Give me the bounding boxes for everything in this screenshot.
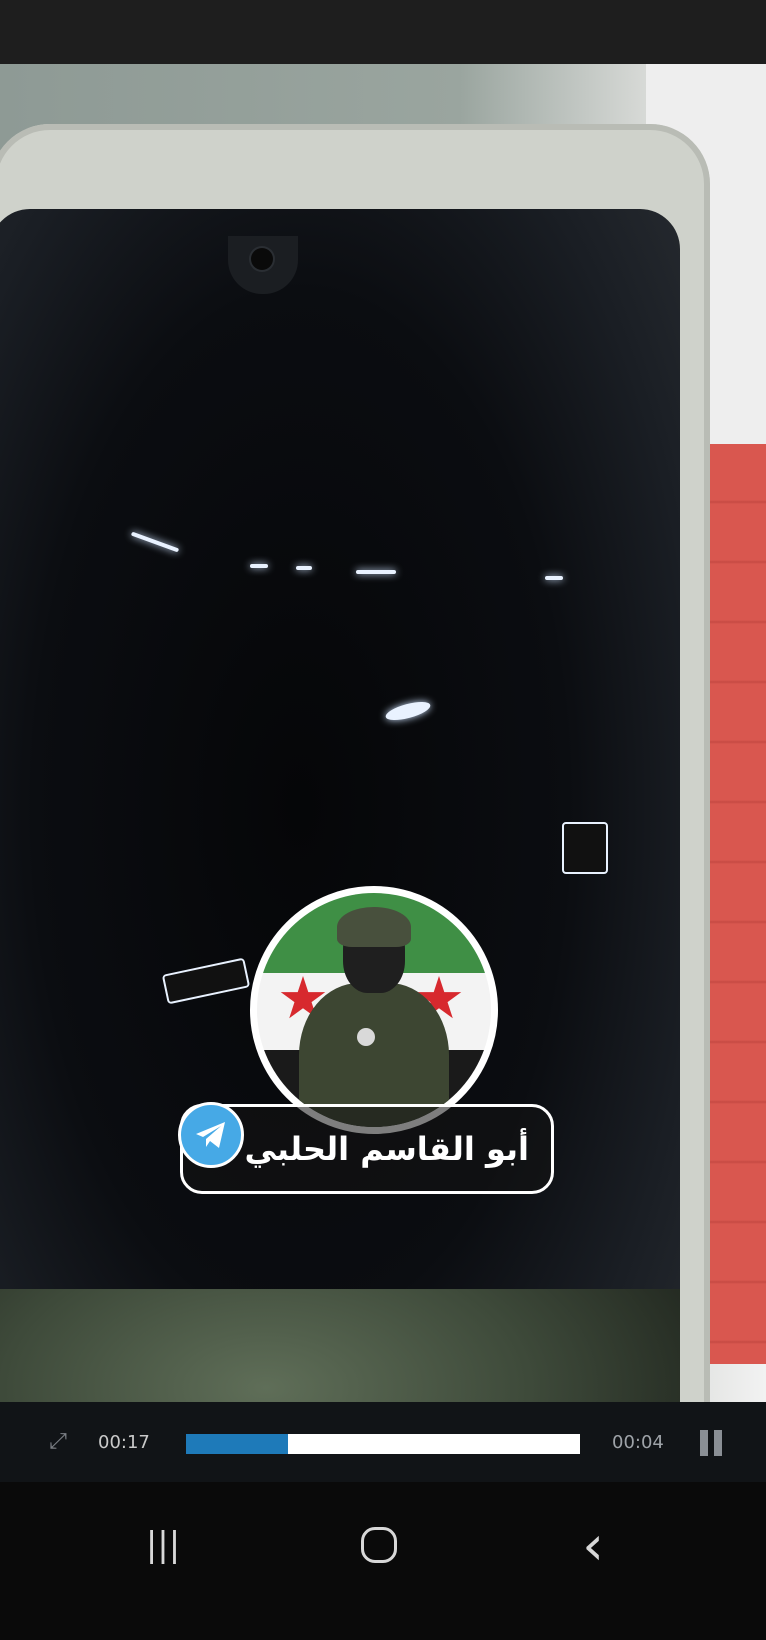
- status-bar: [0, 0, 766, 64]
- screen-icon: [562, 822, 608, 874]
- telegram-plane-icon: [196, 1122, 225, 1148]
- remaining-time: 00:04: [612, 1432, 664, 1453]
- channel-name: أبو القاسم الحلبي: [244, 1130, 529, 1168]
- pause-bar: [700, 1430, 708, 1456]
- home-circle: [361, 1527, 397, 1563]
- soldier-helmet: [337, 907, 411, 947]
- light-streak: [250, 564, 268, 568]
- back-glyph: ‹: [582, 1513, 604, 1577]
- seek-bar[interactable]: [186, 1434, 580, 1454]
- filmed-phone: [0, 124, 710, 1470]
- back-icon[interactable]: ‹: [558, 1510, 628, 1580]
- light-streak: [545, 576, 563, 580]
- recents-icon[interactable]: |||: [128, 1510, 198, 1580]
- light-streak: [296, 566, 312, 570]
- expand-icon[interactable]: ⤢: [44, 1428, 72, 1456]
- video-frame[interactable]: ▪▪▪▪▪ ▪▪▪▪: [0, 64, 766, 1470]
- recents-glyph: |||: [145, 1525, 181, 1565]
- telegram-icon: [178, 1102, 244, 1168]
- elapsed-time: 00:17: [98, 1432, 150, 1453]
- channel-avatar: ★ ★: [250, 886, 498, 1134]
- home-icon[interactable]: [344, 1510, 414, 1580]
- pause-icon[interactable]: [700, 1430, 726, 1456]
- pause-bar: [714, 1430, 722, 1456]
- soldier-patch: [357, 1028, 375, 1046]
- light-streak: [356, 570, 396, 574]
- seek-bar-fill: [186, 1434, 289, 1454]
